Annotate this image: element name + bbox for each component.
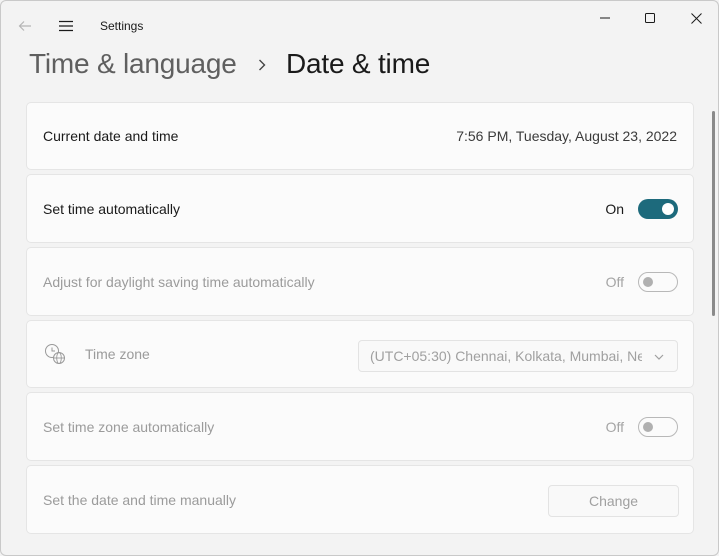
current-date-time-value: 7:56 PM, Tuesday, August 23, 2022 [456,128,677,144]
toggle-knob [643,421,653,432]
back-button[interactable] [11,12,39,40]
time-zone-selected-value: (UTC+05:30) Chennai, Kolkata, Mumbai, Ne… [370,348,642,364]
set-time-zone-automatically-toggle[interactable] [638,416,678,437]
time-zone-label: Time zone [85,346,150,362]
daylight-saving-state: Off [605,273,624,290]
title-bar: Settings [1,1,718,49]
set-time-zone-automatically-state: Off [605,418,624,435]
set-time-zone-automatically-control: Off [605,416,678,437]
close-icon [690,12,702,24]
toggle-knob [662,202,674,215]
daylight-saving-card: Adjust for daylight saving time automati… [26,247,694,316]
breadcrumb-parent-link[interactable]: Time & language [29,48,237,80]
set-time-automatically-toggle[interactable] [638,198,678,219]
time-zone-card: Time zone (UTC+05:30) Chennai, Kolkata, … [26,320,694,388]
set-time-automatically-label: Set time automatically [43,200,180,217]
chevron-right-icon [254,56,270,74]
page-title: Date & time [286,48,431,79]
set-date-time-manually-label: Set the date and time manually [43,491,237,508]
set-time-zone-automatically-card: Set time zone automatically Off [26,392,694,461]
app-title: Settings [100,19,144,33]
daylight-saving-toggle[interactable] [638,271,678,292]
scrollbar[interactable] [712,111,715,316]
daylight-saving-control: Off [605,271,678,292]
set-time-zone-automatically-label: Set time zone automatically [43,418,215,435]
minimize-button[interactable] [582,1,628,35]
time-zone-dropdown[interactable]: (UTC+05:30) Chennai, Kolkata, Mumbai, Ne… [358,340,678,372]
clock-globe-icon [45,344,65,364]
minimize-icon [600,17,610,19]
current-date-time-card: Current date and time 7:56 PM, Tuesday, … [26,102,694,170]
maximize-button[interactable] [627,1,673,35]
chevron-down-icon [654,354,664,360]
close-button[interactable] [673,1,718,35]
set-time-automatically-state: On [605,200,624,217]
change-date-time-button[interactable]: Change [548,485,679,517]
current-date-time-label: Current date and time [43,128,179,144]
set-date-time-manually-card: Set the date and time manually Change [26,465,694,534]
hamburger-menu-icon [59,20,73,32]
daylight-saving-label: Adjust for daylight saving time automati… [43,273,315,290]
back-arrow-icon [18,21,31,31]
maximize-icon [645,13,655,23]
set-time-automatically-control: On [605,198,678,219]
toggle-knob [643,276,653,287]
settings-window: Settings Time & language Date & time Cur… [0,0,719,556]
navigation-menu-button[interactable] [52,12,80,40]
set-time-automatically-card: Set time automatically On [26,174,694,243]
